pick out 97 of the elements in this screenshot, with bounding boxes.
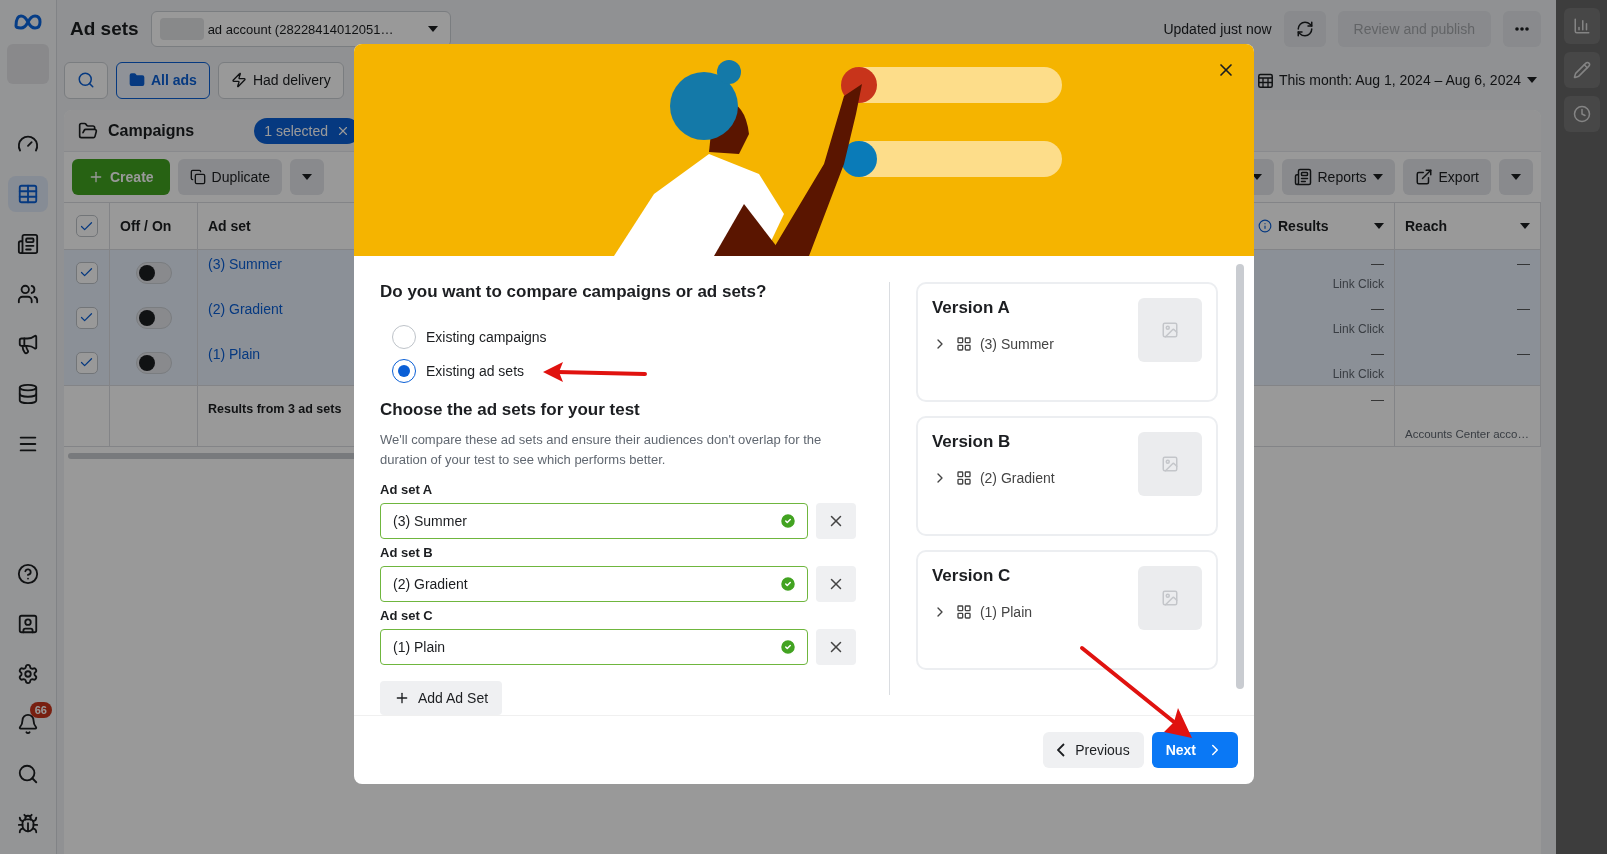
newspaper-icon: [1293, 168, 1312, 186]
caret-icon: [427, 26, 438, 32]
remove-button[interactable]: [816, 566, 856, 602]
export-button[interactable]: Export: [1402, 159, 1491, 195]
previous-button[interactable]: Previous: [1043, 732, 1144, 768]
campaigns-label: Campaigns: [108, 121, 195, 140]
question-heading: Do you want to compare campaigns or ad sets?: [380, 282, 768, 302]
remove-button[interactable]: [816, 629, 856, 665]
plus-icon: [88, 169, 104, 185]
checkbox[interactable]: [75, 351, 98, 374]
input-field[interactable]: (2) Gradient: [380, 566, 808, 602]
meta-logo: [13, 14, 43, 30]
calendar-icon: [1257, 72, 1273, 88]
caret-icon: [1374, 223, 1384, 229]
grid-icon: [955, 470, 972, 486]
caret-icon: [1511, 174, 1521, 180]
results-value: —: [1371, 256, 1384, 271]
more-button[interactable]: [1503, 11, 1541, 47]
caret-icon: [301, 174, 312, 180]
checkbox[interactable]: [75, 215, 98, 237]
folder-icon: [78, 120, 98, 141]
add-ad-set-button[interactable]: Add Ad Set: [380, 681, 503, 715]
dropdown-button[interactable]: [1499, 159, 1533, 195]
plus-icon: [394, 690, 410, 706]
results-value: —: [1371, 392, 1384, 407]
filter-button[interactable]: Had delivery: [217, 61, 344, 99]
result-type: Link Click: [1332, 367, 1384, 381]
radio-option[interactable]: Existing campaigns: [380, 320, 863, 354]
result-type: Link Click: [1332, 322, 1384, 336]
field-label: Ad set C: [380, 608, 434, 623]
chevron-left-icon: [1057, 743, 1066, 757]
page-title: Ad sets: [70, 18, 139, 40]
grid-icon: [955, 336, 972, 352]
caret-icon: [1527, 77, 1537, 83]
field-label: Ad set A: [380, 482, 434, 497]
input-field[interactable]: (3) Summer: [380, 503, 808, 539]
version-item: (1) Plain: [979, 604, 1033, 620]
copy-icon: [189, 169, 206, 185]
filter-button[interactable]: All ads: [116, 61, 210, 99]
refresh-button[interactable]: [1283, 11, 1326, 47]
update-status: Updated just now: [1163, 21, 1272, 37]
clock-icon[interactable]: [1563, 96, 1600, 132]
account-dropdown[interactable]: ad account (28228414012051…: [150, 11, 451, 47]
reach-value: —: [1517, 301, 1530, 316]
version-item: (3) Summer: [979, 336, 1054, 352]
notification-badge: 66: [29, 702, 52, 718]
checkbox[interactable]: [75, 261, 98, 284]
toggle-switch[interactable]: [135, 351, 172, 374]
bar-chart-icon[interactable]: [1563, 8, 1600, 44]
folder-icon: [129, 72, 145, 88]
version-title: Version A: [931, 298, 1011, 318]
version-title: Version B: [931, 432, 1012, 452]
column-title: Results: [1278, 218, 1329, 234]
summary-label: Results from 3 ad sets: [208, 402, 342, 416]
results-value: —: [1371, 301, 1384, 316]
duplicate-button[interactable]: Duplicate: [177, 159, 282, 195]
lightning-icon: [230, 72, 247, 88]
reach-value: —: [1517, 256, 1530, 271]
date-range-button[interactable]: This month: Aug 1, 2024 – Aug 6, 2024: [1245, 62, 1541, 98]
result-type: Link Click: [1332, 277, 1384, 291]
toggle-switch[interactable]: [135, 306, 172, 329]
bell-glyph-icon: [17, 713, 39, 735]
info-icon: [1258, 219, 1272, 233]
column-title: Reach: [1405, 218, 1448, 234]
search-icon: [77, 71, 95, 89]
caret-icon: [1520, 223, 1530, 229]
description: We'll compare these ad sets and ensure their audiences don't overlap for the duration of your test to see which performs better.: [380, 431, 823, 469]
table-icon[interactable]: [8, 176, 48, 212]
caret-icon: [1372, 174, 1383, 180]
dropdown-button[interactable]: [289, 159, 324, 195]
scrollbar[interactable]: [1236, 264, 1244, 689]
refresh-icon: [1295, 20, 1314, 38]
caret-icon: [1251, 174, 1262, 180]
grid-icon: [955, 604, 972, 620]
column-title: Ad set: [208, 218, 251, 234]
search-button[interactable]: [64, 61, 108, 99]
image-placeholder: [1138, 298, 1202, 362]
pencil-icon[interactable]: [1563, 52, 1600, 88]
radio-option[interactable]: Existing ad sets: [380, 354, 863, 388]
reports-button[interactable]: Reports: [1281, 159, 1395, 195]
checkbox[interactable]: [75, 306, 98, 329]
results-value: —: [1371, 346, 1384, 361]
version-item: (2) Gradient: [979, 470, 1055, 486]
section-heading: Choose the ad sets for your test: [380, 400, 641, 420]
more-icon: [1515, 27, 1529, 31]
next-button[interactable]: Next: [1151, 732, 1238, 768]
image-placeholder: [1138, 432, 1202, 496]
column-title: Off / On: [120, 218, 172, 234]
image-placeholder: [1138, 566, 1202, 630]
reach-value: Accounts Center acco…: [1405, 428, 1530, 440]
reach-value: —: [1517, 346, 1530, 361]
external-link-icon: [1414, 168, 1433, 186]
field-label: Ad set B: [380, 545, 434, 560]
remove-button[interactable]: [816, 503, 856, 539]
toggle-switch[interactable]: [135, 261, 172, 284]
input-field[interactable]: (1) Plain: [380, 629, 808, 665]
version-title: Version C: [931, 566, 1012, 586]
